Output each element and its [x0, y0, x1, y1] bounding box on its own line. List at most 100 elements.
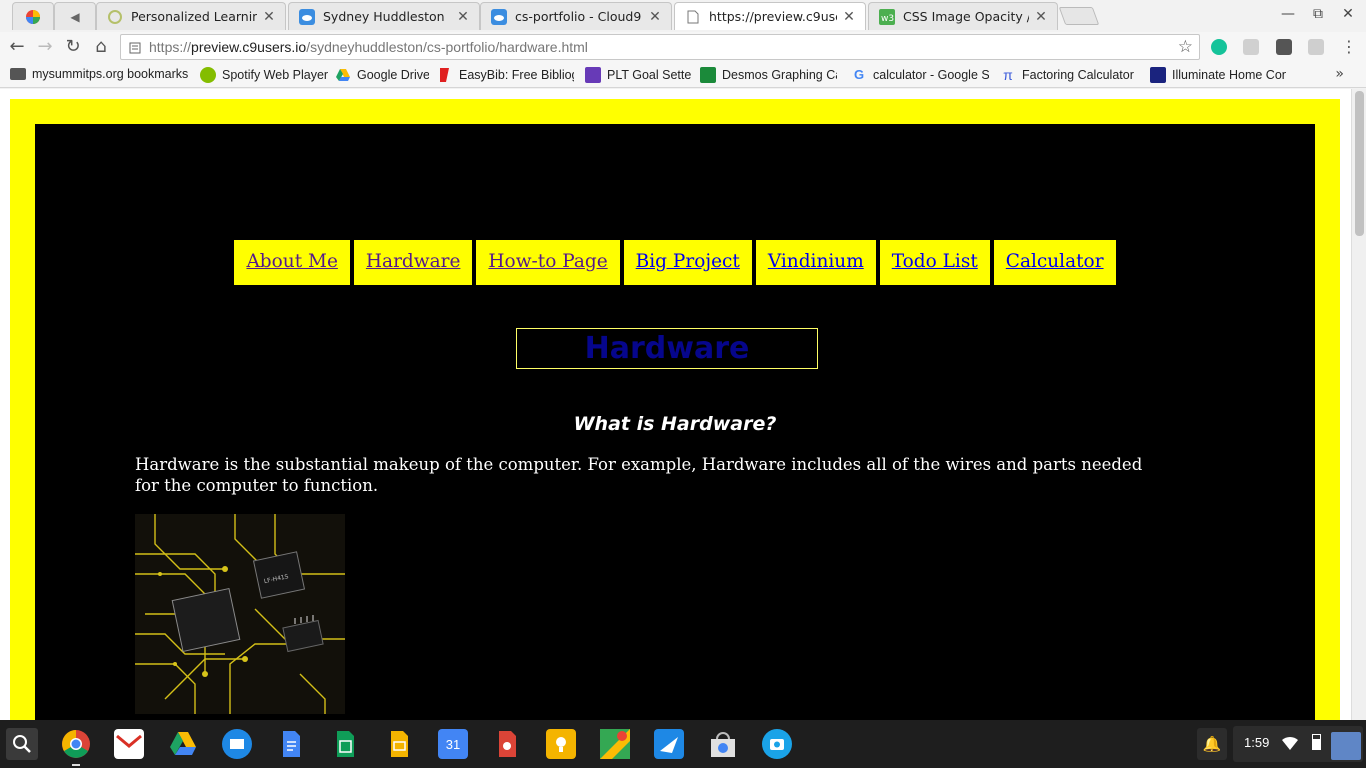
extension-c-dark-icon[interactable]: [1276, 39, 1292, 55]
wifi-icon: [1281, 735, 1299, 755]
tab-title: Sydney Huddleston: [323, 9, 445, 24]
browser-toolbar: ← → ↻ ⌂ https://preview.c9users.io/sydne…: [0, 32, 1366, 62]
slides-icon[interactable]: [384, 729, 414, 759]
home-icon[interactable]: ⌂: [90, 36, 112, 58]
avatar[interactable]: [1331, 732, 1361, 760]
site-nav: About Me Hardware How-to Page Big Projec…: [35, 240, 1315, 285]
page-content: About Me Hardware How-to Page Big Projec…: [35, 124, 1315, 720]
photos-icon: [25, 9, 41, 25]
bookmark-star-icon[interactable]: ☆: [1178, 37, 1193, 57]
nav-vindinium[interactable]: Vindinium: [755, 240, 876, 285]
speaker-icon: ◀︎: [70, 9, 80, 24]
bookmarks-bar: mysummitps.org bookmarks Spotify Web Pla…: [0, 62, 1366, 88]
nav-hardware[interactable]: Hardware: [353, 240, 473, 285]
nav-big-project[interactable]: Big Project: [623, 240, 752, 285]
back-icon[interactable]: ←: [6, 36, 28, 58]
bookmark-item[interactable]: π Factoring Calculator: [1000, 67, 1138, 83]
tab-css-opacity[interactable]: w3 CSS Image Opacity / Tra ✕: [868, 2, 1058, 30]
tab-title: https://preview.c9users.i: [709, 9, 837, 24]
window-close-icon[interactable]: ✕: [1338, 6, 1358, 22]
tab-title: CSS Image Opacity / Tra: [903, 9, 1029, 24]
os-shelf: 31 🔔 1:59: [0, 720, 1366, 768]
plp-icon: [107, 9, 123, 25]
tab-pinned-photos[interactable]: [12, 2, 54, 30]
bookmark-item[interactable]: Gcalculator - Google Se: [851, 67, 989, 83]
spotify-icon: [200, 67, 216, 83]
page-info-icon[interactable]: [129, 40, 141, 54]
gmail-icon[interactable]: [114, 729, 144, 759]
chevron-right-icon[interactable]: »: [1335, 66, 1344, 82]
svg-text:w3: w3: [881, 14, 894, 24]
nav-how-to-page[interactable]: How-to Page: [476, 240, 620, 285]
url-domain: preview.c9users.io: [191, 39, 307, 55]
extension-c-icon[interactable]: [1243, 39, 1259, 55]
drive-icon: [335, 67, 351, 83]
easybib-icon: [437, 67, 453, 83]
camera-icon[interactable]: [762, 729, 792, 759]
classroom-icon[interactable]: [654, 729, 684, 759]
keep-icon[interactable]: [546, 729, 576, 759]
address-bar[interactable]: https://preview.c9users.io/sydneyhuddles…: [120, 34, 1200, 60]
reload-icon[interactable]: ↻: [62, 36, 84, 58]
grammarly-icon[interactable]: [1211, 39, 1227, 55]
close-icon[interactable]: ✕: [841, 9, 857, 25]
minimize-icon[interactable]: —: [1278, 6, 1298, 22]
extension-gray-icon[interactable]: [1308, 39, 1324, 55]
vertical-scrollbar[interactable]: [1351, 89, 1366, 720]
tab-cloud9[interactable]: cs-portfolio - Cloud9 ✕: [480, 2, 672, 30]
tab-active-preview[interactable]: https://preview.c9users.i ✕: [674, 2, 866, 30]
url-path: /sydneyhuddleston/cs-portfolio/hardware.…: [306, 39, 588, 55]
page-viewport: About Me Hardware How-to Page Big Projec…: [0, 89, 1351, 720]
webstore-icon[interactable]: [708, 729, 738, 759]
sheets-icon[interactable]: [330, 729, 360, 759]
maps-icon[interactable]: [600, 729, 630, 759]
illuminate-icon: [1150, 67, 1166, 83]
close-icon[interactable]: ✕: [455, 9, 471, 25]
bookmark-item[interactable]: Spotify Web Player: [200, 67, 328, 83]
tab-personalized-learning[interactable]: Personalized Learning P ✕: [96, 2, 286, 30]
files-icon[interactable]: [222, 729, 252, 759]
pi-icon: π: [1003, 67, 1013, 83]
bookmark-item[interactable]: Google Drive: [335, 67, 429, 83]
docs-icon[interactable]: [276, 729, 306, 759]
scrollbar-thumb[interactable]: [1355, 91, 1364, 236]
page-icon: [685, 9, 701, 25]
pdf-icon[interactable]: [492, 729, 522, 759]
launcher-search-icon[interactable]: [6, 728, 38, 760]
notification-bell-icon[interactable]: 🔔: [1197, 728, 1227, 760]
bookmark-label: Spotify Web Player: [222, 68, 328, 82]
drive-icon[interactable]: [168, 729, 198, 759]
hardware-description: Hardware is the substantial makeup of th…: [135, 455, 1143, 495]
maximize-icon[interactable]: ⧉: [1308, 6, 1328, 22]
tab-sydney-huddleston[interactable]: Sydney Huddleston ✕: [288, 2, 480, 30]
nav-calculator[interactable]: Calculator: [993, 240, 1116, 285]
bookmark-item[interactable]: Illuminate Home Con: [1150, 67, 1286, 83]
nav-about-me[interactable]: About Me: [234, 240, 350, 285]
bookmark-label: mysummitps.org bookmarks: [32, 67, 189, 81]
battery-icon: [1312, 734, 1321, 750]
url-scheme: https://: [149, 39, 192, 55]
bookmark-item[interactable]: PLT Goal Setter: [585, 67, 691, 83]
close-icon[interactable]: ✕: [261, 9, 277, 25]
bookmark-item[interactable]: EasyBib: Free Bibliogr: [437, 67, 574, 83]
chrome-icon[interactable]: [61, 729, 91, 766]
circuit-board-image: LF-H41S: [135, 514, 345, 714]
page-title-box: Hardware: [516, 328, 818, 369]
bookmark-item[interactable]: Desmos Graphing Ca: [700, 67, 837, 83]
bookmark-label: Illuminate Home Con: [1172, 68, 1286, 82]
new-tab-button[interactable]: [1058, 7, 1100, 25]
plt-icon: [585, 67, 601, 83]
calendar-icon[interactable]: 31: [438, 729, 468, 759]
tab-pinned-audio[interactable]: ◀︎: [54, 2, 96, 30]
google-icon: G: [853, 67, 865, 82]
page-title: Hardware: [584, 331, 750, 366]
cloud9-icon: [491, 8, 507, 25]
forward-icon[interactable]: →: [34, 36, 56, 58]
close-icon[interactable]: ✕: [647, 9, 663, 25]
nav-todo-list[interactable]: Todo List: [879, 240, 990, 285]
tab-strip: ◀︎ Personalized Learning P ✕ Sydney Hudd…: [0, 0, 1366, 32]
close-icon[interactable]: ✕: [1033, 9, 1049, 25]
bookmark-item[interactable]: mysummitps.org bookmarks: [10, 67, 192, 81]
menu-icon[interactable]: ⋮: [1338, 36, 1360, 58]
tab-title: Personalized Learning P: [131, 9, 257, 24]
